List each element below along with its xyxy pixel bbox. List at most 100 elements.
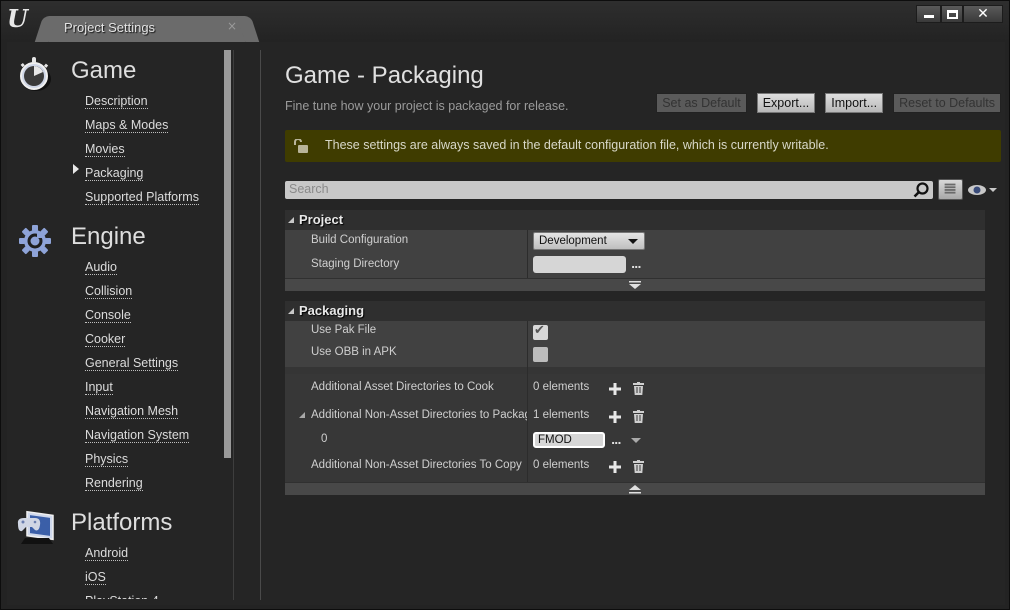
sidebar-item-rendering[interactable]: Rendering (85, 472, 189, 496)
sidebar-item-console[interactable]: Console (85, 304, 189, 328)
export-button[interactable]: Export... (756, 93, 816, 113)
trash-icon[interactable] (633, 410, 644, 423)
selected-arrow-icon (73, 164, 79, 174)
unlocked-icon (294, 139, 308, 153)
browse-button[interactable]: ... (611, 434, 622, 447)
tab-label: Project Settings (64, 20, 156, 35)
column-divider[interactable] (527, 430, 528, 454)
collapse-triangle-icon[interactable] (288, 308, 294, 314)
sidebar-link[interactable]: Collision (85, 284, 133, 299)
sidebar-item-movies[interactable]: Movies (85, 138, 199, 162)
maximize-icon (946, 9, 958, 19)
search-icon[interactable] (913, 182, 929, 198)
sidebar-item-cooker[interactable]: Cooker (85, 328, 189, 352)
add-element-icon[interactable] (609, 383, 621, 395)
build-configuration-dropdown[interactable]: Development (533, 232, 645, 250)
sidebar-link[interactable]: Packaging (85, 166, 144, 181)
set-as-default-button[interactable]: Set as Default (656, 93, 747, 113)
sidebar-item-supported-platforms[interactable]: Supported Platforms (85, 186, 199, 210)
sidebar-link[interactable]: Description (85, 94, 148, 109)
sidebar-link[interactable]: Physics (85, 452, 129, 467)
view-options-button[interactable] (938, 179, 963, 200)
sidebar-link[interactable]: Maps & Modes (85, 118, 169, 133)
sidebar-item-android[interactable]: Android (85, 542, 159, 566)
hide-advanced-toggle[interactable] (285, 482, 985, 495)
sidebar-link[interactable]: General Settings (85, 356, 179, 371)
sidebar-link[interactable]: Input (85, 380, 113, 395)
trash-icon[interactable] (633, 382, 644, 395)
column-divider[interactable] (527, 402, 528, 430)
minimize-button[interactable] (916, 5, 941, 23)
column-divider[interactable] (527, 254, 528, 278)
config-status-banner: These settings are always saved in the d… (285, 130, 1001, 162)
column-divider[interactable] (527, 230, 528, 254)
add-element-icon[interactable] (609, 461, 621, 473)
show-advanced-toggle[interactable] (285, 278, 985, 291)
column-divider[interactable] (527, 321, 528, 343)
search-input[interactable]: Search (285, 181, 933, 199)
expand-advanced-icon (629, 281, 641, 289)
sidebar-item-playstation-4[interactable]: PlayStation 4 (85, 590, 159, 599)
import-button[interactable]: Import... (825, 93, 884, 113)
sidebar-link[interactable]: iOS (85, 570, 106, 585)
browse-button[interactable]: ... (631, 258, 642, 271)
dropdown-value: Development (539, 235, 607, 247)
collapse-advanced-icon (629, 485, 641, 494)
sidebar-item-navigation-mesh[interactable]: Navigation Mesh (85, 400, 189, 424)
reset-to-defaults-button[interactable]: Reset to Defaults (893, 93, 1001, 113)
sidebar-item-general-settings[interactable]: General Settings (85, 352, 189, 376)
sidebar-link[interactable]: Navigation System (85, 428, 190, 443)
close-window-button[interactable]: ✕ (963, 5, 1003, 23)
sidebar-item-ios[interactable]: iOS (85, 566, 159, 590)
add-element-icon[interactable] (609, 411, 621, 423)
sidebar-item-physics[interactable]: Physics (85, 448, 189, 472)
maximize-button[interactable] (941, 5, 963, 23)
section-header-project[interactable]: Project (285, 210, 985, 230)
use-obb-checkbox[interactable] (533, 347, 548, 362)
use-pak-file-checkbox[interactable]: ✔ (533, 323, 548, 340)
sidebar-item-maps-modes[interactable]: Maps & Modes (85, 114, 199, 138)
row-use-obb: Use OBB in APK (285, 343, 985, 367)
element-count: 0 elements (533, 381, 590, 393)
sidebar-item-collision[interactable]: Collision (85, 280, 189, 304)
directory-path-input[interactable]: FMOD (533, 432, 605, 448)
row-non-asset-dirs-package: Additional Non-Asset Directories to Pack… (285, 402, 985, 430)
section-header-packaging[interactable]: Packaging (285, 301, 985, 321)
sidebar-link[interactable]: Rendering (85, 476, 143, 491)
tab-project-settings[interactable]: Project Settings × (49, 16, 245, 42)
property-label: Use OBB in APK (311, 346, 397, 358)
column-divider[interactable] (527, 374, 528, 402)
category-title: Platforms (71, 509, 173, 536)
column-divider (527, 367, 528, 374)
staging-directory-input[interactable] (533, 256, 626, 273)
element-options-dropdown-icon[interactable] (631, 438, 641, 443)
sidebar-link[interactable]: Supported Platforms (85, 190, 199, 205)
trash-icon[interactable] (633, 460, 644, 473)
sidebar-divider (233, 50, 234, 600)
banner-text: These settings are always saved in the d… (325, 138, 829, 152)
sidebar-item-navigation-system[interactable]: Navigation System (85, 424, 190, 448)
sidebar-link[interactable]: Navigation Mesh (85, 404, 179, 419)
collapse-triangle-icon[interactable] (288, 217, 294, 223)
property-label: Staging Directory (311, 258, 400, 270)
action-buttons: Set as Default Export... Import... Reset… (656, 93, 1001, 113)
sidebar-item-input[interactable]: Input (85, 376, 189, 400)
eye-visibility-icon[interactable] (967, 182, 997, 198)
column-divider[interactable] (527, 343, 528, 367)
column-divider[interactable] (527, 454, 528, 482)
category-items: Description Maps & Modes Movies Packagin… (73, 90, 199, 210)
sidebar-item-audio[interactable]: Audio (85, 256, 189, 280)
sidebar-item-packaging[interactable]: Packaging (73, 162, 199, 186)
sidebar-scrollbar[interactable] (224, 50, 231, 458)
sidebar-link[interactable]: Android (85, 546, 129, 561)
tab-close-icon[interactable]: × (227, 19, 237, 33)
array-index: 0 (321, 433, 328, 445)
sidebar-link[interactable]: Audio (85, 260, 117, 275)
sidebar-link[interactable]: Console (85, 308, 131, 323)
sidebar-link[interactable]: Cooker (85, 332, 126, 347)
splitter[interactable] (260, 50, 261, 600)
sidebar-link[interactable]: Movies (85, 142, 125, 157)
window-controls: ✕ (916, 5, 1003, 23)
expand-triangle-icon[interactable] (299, 412, 305, 418)
sidebar-item-description[interactable]: Description (85, 90, 199, 114)
